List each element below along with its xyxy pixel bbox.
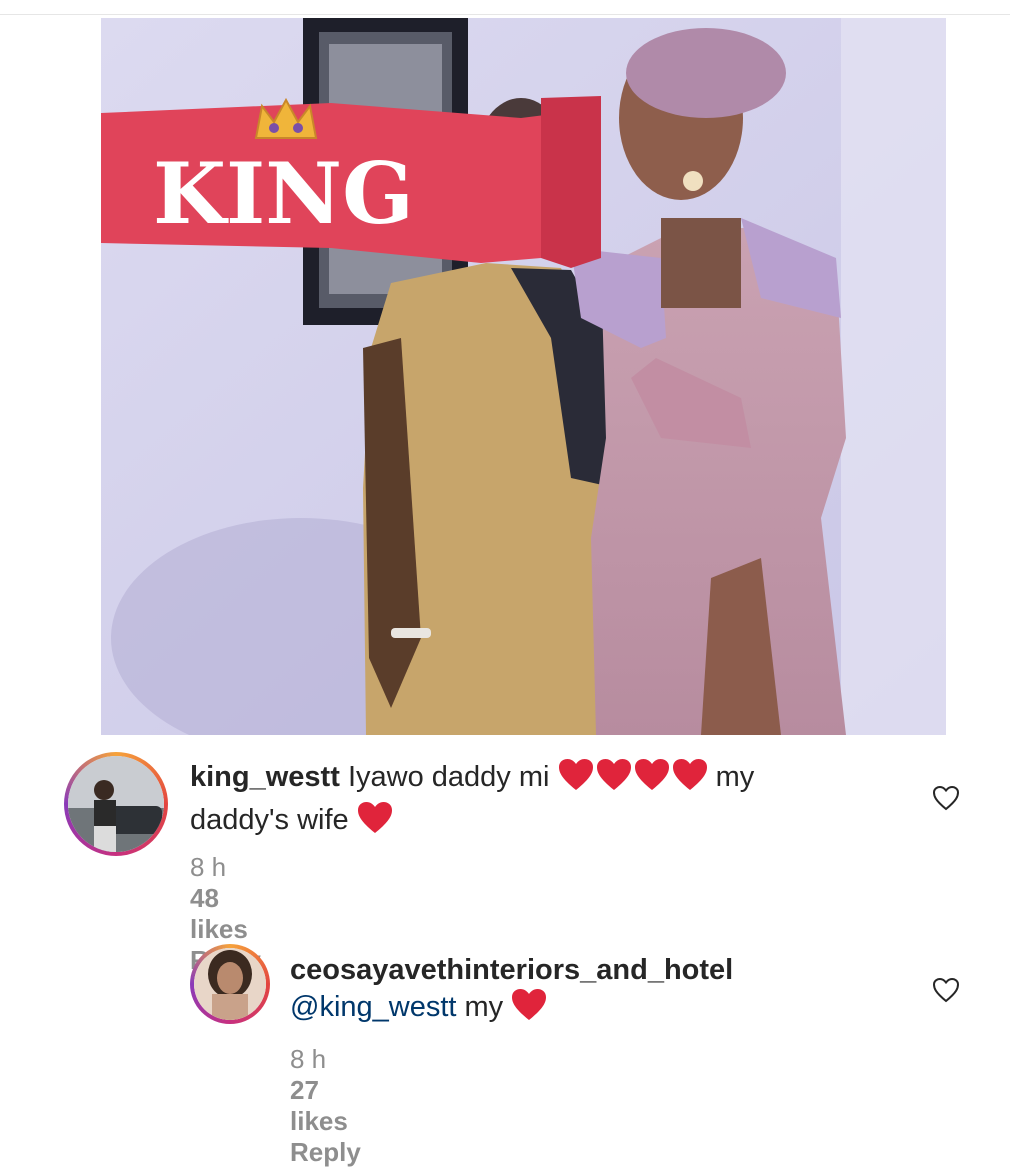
comment-time: 8 h [190, 852, 227, 882]
comment-text: king_westt Iyawo daddy mi my daddy's wif… [190, 758, 890, 844]
post-photo[interactable]: KING [101, 18, 946, 735]
avatar-king-westt[interactable] [64, 752, 168, 856]
red-heart-emoji [558, 758, 708, 801]
comment-likes[interactable]: 27 likes [290, 1075, 348, 1136]
comment-likes[interactable]: 48 likes [190, 883, 248, 944]
comment-body: my [464, 991, 504, 1023]
comment-body: Iyawo daddy mi [347, 761, 550, 793]
avatar-ceosayaveth[interactable] [190, 944, 270, 1024]
comment-time: 8 h [290, 1044, 327, 1074]
red-heart-emoji [357, 801, 393, 844]
comment-username[interactable]: king_westt [190, 761, 340, 793]
comment-text: ceosayavethinteriors_and_hotel @king_wes… [290, 952, 930, 1031]
comment-meta: 8 h 27 likes Reply [290, 1044, 403, 1168]
banner-text: KING [153, 144, 414, 243]
heart-outline-icon[interactable] [932, 785, 960, 816]
comment-username[interactable]: ceosayavethinteriors_and_hotel [290, 954, 733, 986]
mention-link[interactable]: @king_westt [290, 991, 456, 1023]
red-heart-emoji [511, 988, 547, 1031]
top-divider [0, 14, 1010, 15]
comment-body-tail: my [715, 761, 755, 793]
reply-button[interactable]: Reply [290, 1137, 361, 1167]
comment-body-line2: daddy's wife [190, 804, 349, 836]
heart-outline-icon[interactable] [932, 977, 960, 1008]
